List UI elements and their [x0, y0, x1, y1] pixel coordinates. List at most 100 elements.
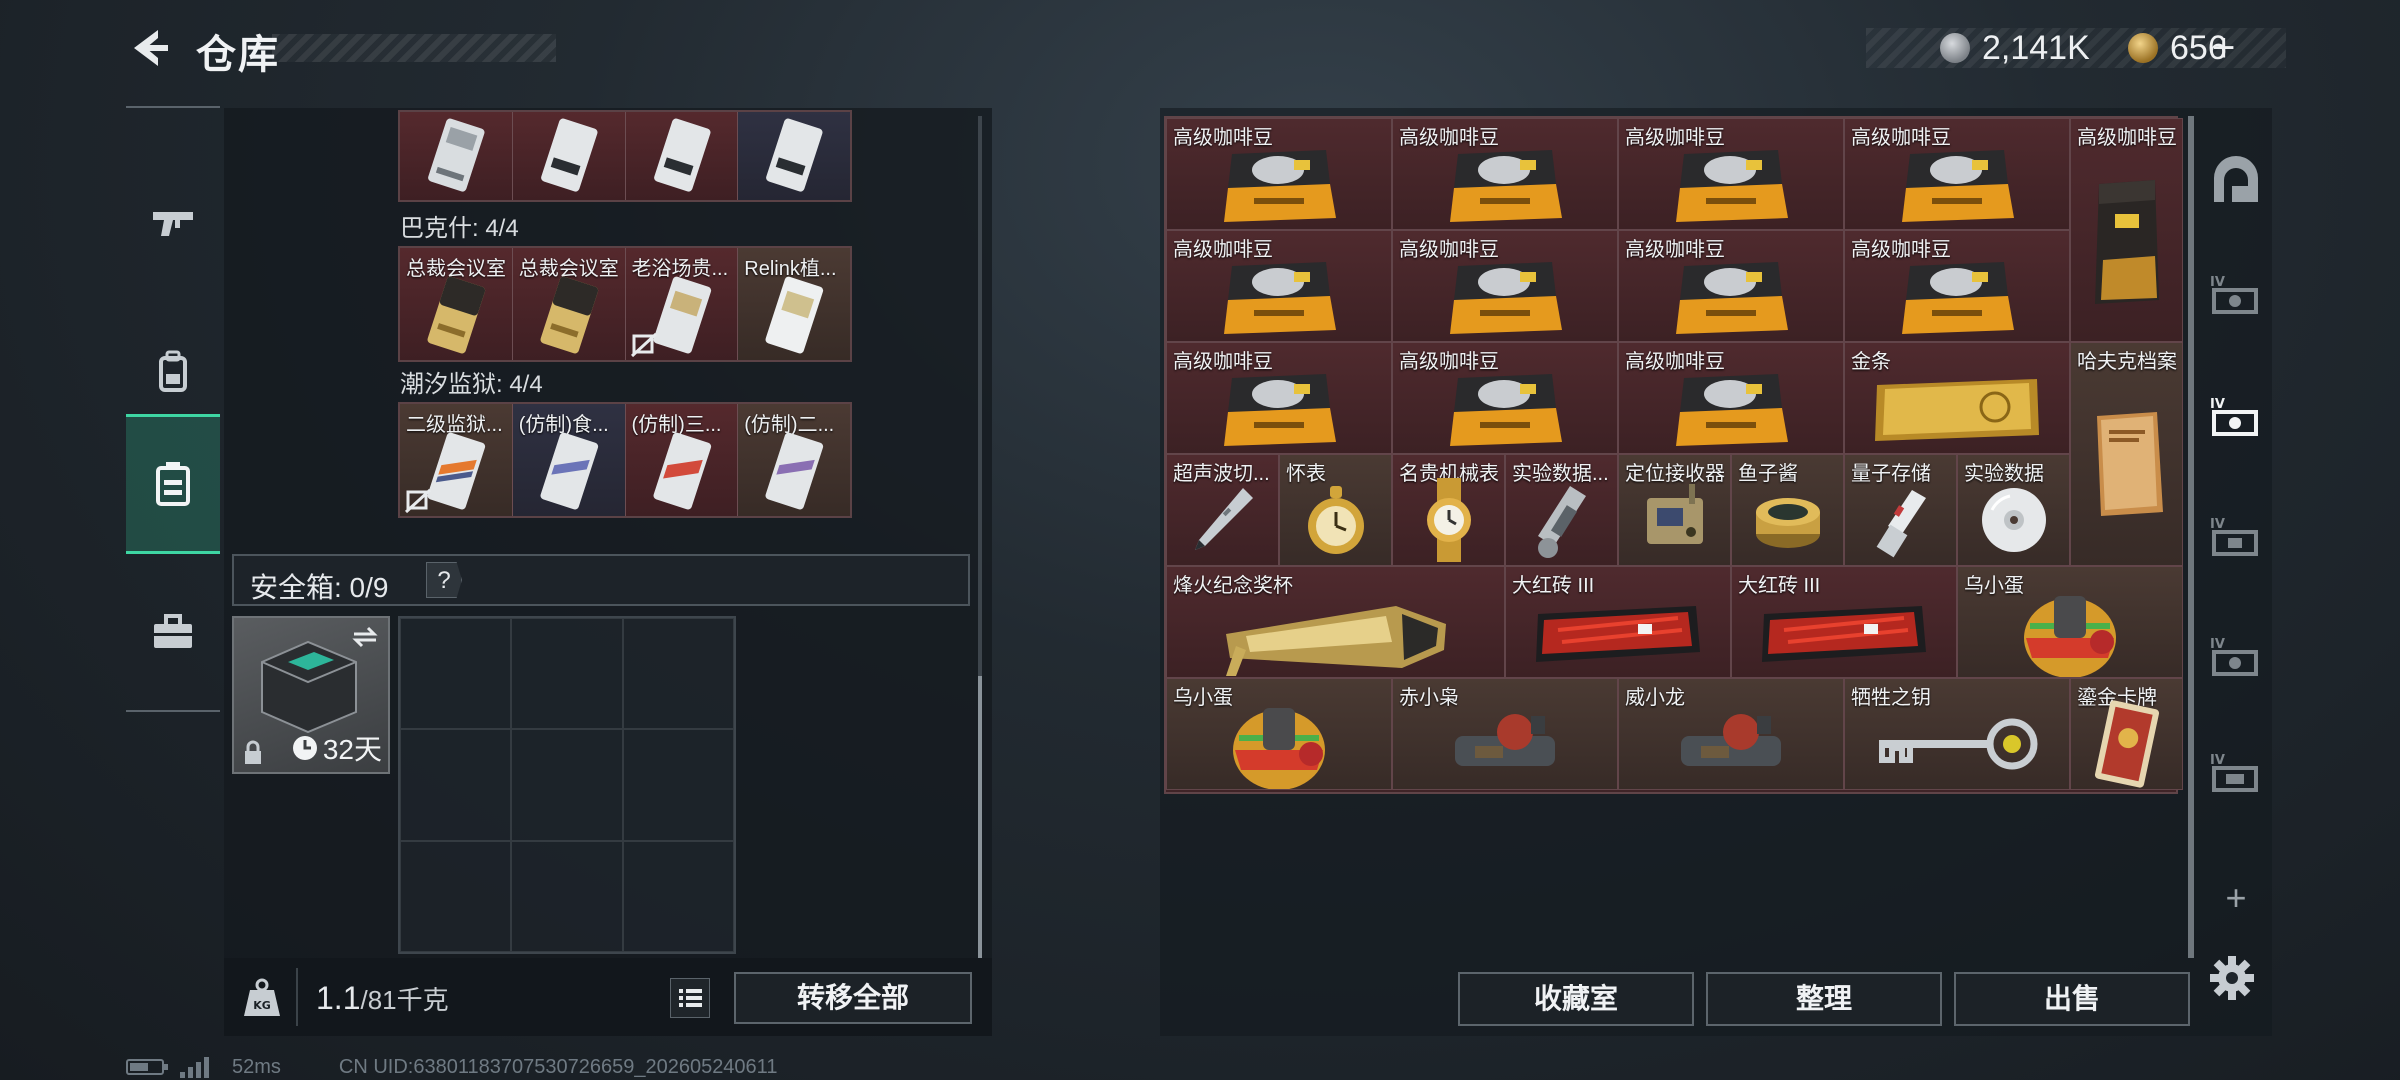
disc-icon — [1958, 475, 2069, 565]
inventory-item[interactable]: 高级咖啡豆 — [1166, 342, 1392, 454]
inventory-item[interactable]: 量子存储 — [1844, 454, 1957, 566]
inventory-item[interactable]: 高级咖啡豆 — [2070, 118, 2183, 342]
backpack-icon — [159, 350, 187, 392]
storage-tab-iv-3[interactable]: IV — [2200, 494, 2272, 578]
tab-weapons[interactable] — [126, 152, 220, 292]
inventory-item[interactable]: 哈夫克档案 — [2070, 342, 2183, 566]
keycard[interactable] — [625, 112, 739, 200]
inventory-item[interactable]: 超声波切... — [1166, 454, 1279, 566]
lock-icon — [245, 740, 261, 764]
safe-box-case[interactable]: 32天 — [232, 616, 390, 774]
keycard[interactable]: 老浴场贵... — [625, 248, 739, 360]
coffee-bag-icon — [1167, 363, 1391, 453]
organize-button[interactable]: 整理 — [1706, 972, 1942, 1026]
tab-toolbox[interactable] — [126, 562, 220, 702]
inventory-item[interactable]: 乌小蛋 — [1166, 678, 1392, 790]
inventory-item[interactable]: 金条 — [1844, 342, 2070, 454]
keycard-gold-icon — [540, 276, 598, 354]
top-bar: 仓库 2,141K 656 + — [0, 0, 2400, 100]
inventory-item[interactable]: 高级咖啡豆 — [1166, 118, 1392, 230]
transfer-all-button[interactable]: 转移全部 — [734, 972, 972, 1024]
page-title: 仓库 — [196, 33, 280, 77]
inventory-item[interactable]: 实验数据... — [1505, 454, 1618, 566]
keycard[interactable]: (仿制)二... — [738, 404, 850, 516]
keycard[interactable]: 总裁会议室 — [400, 248, 513, 360]
storage-iv-icon: IV — [2210, 275, 2258, 314]
safe-slot[interactable] — [511, 729, 623, 841]
sell-button[interactable]: 出售 — [1954, 972, 2190, 1026]
inventory-item[interactable]: 鱼子酱 — [1731, 454, 1844, 566]
keycard-row-top — [398, 110, 852, 202]
storage-tab-iv-1[interactable]: IV — [2200, 252, 2272, 336]
inventory-item[interactable]: 乌小蛋 — [1957, 566, 2183, 678]
settings-button[interactable] — [2208, 954, 2256, 1002]
inventory-item[interactable]: 高级咖啡豆 — [1392, 118, 1618, 230]
inventory-item[interactable]: 威小龙 — [1618, 678, 1844, 790]
coffee-bag-icon — [1167, 139, 1391, 229]
status-bar: 52ms CN UID:6380118370753072665​9_202605… — [126, 1054, 777, 1080]
safe-slot[interactable] — [400, 729, 512, 841]
right-scrollbar[interactable] — [2188, 116, 2194, 958]
safe-slot[interactable] — [400, 840, 512, 952]
inventory-item[interactable]: 大红砖 III — [1505, 566, 1731, 678]
inventory-item[interactable]: 定位接收器 — [1618, 454, 1731, 566]
keycard-striped-icon — [540, 432, 598, 510]
coffee-bag-icon — [1393, 251, 1617, 341]
inventory-item[interactable]: 怀表 — [1279, 454, 1392, 566]
egg-figure-icon — [1167, 699, 1391, 789]
keycard[interactable]: 总裁会议室 — [512, 248, 626, 360]
inventory-item[interactable]: 烽火纪念奖杯 — [1166, 566, 1505, 678]
inventory-item[interactable]: 高级咖啡豆 — [1392, 342, 1618, 454]
back-button[interactable] — [126, 26, 170, 70]
inventory-item[interactable]: 牺牲之钥 — [1844, 678, 2070, 790]
keycard-silver-icon — [540, 118, 598, 192]
keycard[interactable] — [512, 112, 626, 200]
inventory-item[interactable]: 高级咖啡豆 — [1618, 118, 1844, 230]
add-storage-button[interactable]: + — [2200, 856, 2272, 940]
keycard[interactable]: Relink植... — [738, 248, 850, 360]
safe-slot[interactable] — [400, 618, 512, 730]
safe-box-grid — [398, 616, 736, 954]
keycard[interactable]: (仿制)三... — [625, 404, 739, 516]
keycard[interactable]: (仿制)食... — [512, 404, 626, 516]
add-currency-button[interactable]: + — [2212, 26, 2235, 71]
list-view-button[interactable] — [670, 978, 710, 1018]
storage-tab-iv-2-active[interactable]: IV — [2200, 374, 2272, 458]
ping-value: 52ms — [232, 1055, 281, 1078]
inventory-item[interactable]: 名贵机械表 — [1392, 454, 1505, 566]
inventory-item[interactable]: 高级咖啡豆 — [1392, 230, 1618, 342]
keycard-silver-icon — [765, 276, 824, 354]
arch-icon — [2214, 156, 2258, 202]
inventory-item[interactable]: 高级咖啡豆 — [1618, 342, 1844, 454]
inventory-item[interactable]: 高级咖啡豆 — [1844, 118, 2070, 230]
keycard-group-title: 巴克什: 4/4 — [400, 215, 519, 242]
safe-slot[interactable] — [511, 840, 623, 952]
inventory-item[interactable]: 高级咖啡豆 — [1618, 230, 1844, 342]
keycard[interactable] — [738, 112, 850, 200]
weight-max: /81千克 — [360, 985, 449, 1015]
signal-icon — [180, 1057, 209, 1078]
storage-tab-iv-5[interactable]: IV — [2200, 730, 2272, 814]
gun-icon — [153, 212, 193, 236]
swap-icon[interactable] — [350, 624, 380, 650]
inventory-item[interactable]: 大红砖 III — [1731, 566, 1957, 678]
storage-tab-iv-4[interactable]: IV — [2200, 614, 2272, 698]
weight-icon: KG — [244, 978, 280, 1016]
keycard[interactable]: 二级监狱... — [400, 404, 513, 516]
collection-room-button[interactable]: 收藏室 — [1458, 972, 1694, 1026]
safe-slot[interactable] — [622, 618, 734, 730]
tab-containers[interactable] — [126, 414, 220, 554]
storage-tab-main[interactable] — [2200, 138, 2272, 222]
inventory-item[interactable]: 赤小枭 — [1392, 678, 1618, 790]
safe-slot[interactable] — [511, 618, 623, 730]
toolbox-icon — [154, 614, 192, 648]
safe-slot[interactable] — [622, 840, 734, 952]
safe-box-help-button[interactable]: ? — [426, 562, 462, 598]
inventory-item[interactable]: 实验数据 — [1957, 454, 2070, 566]
inventory-item[interactable]: 鎏金卡牌 — [2070, 678, 2183, 790]
safe-slot[interactable] — [622, 729, 734, 841]
inventory-item[interactable]: 高级咖啡豆 — [1166, 230, 1392, 342]
keycard[interactable] — [400, 112, 513, 200]
inventory-item[interactable]: 高级咖啡豆 — [1844, 230, 2070, 342]
left-scrollbar-thumb[interactable] — [978, 676, 982, 958]
